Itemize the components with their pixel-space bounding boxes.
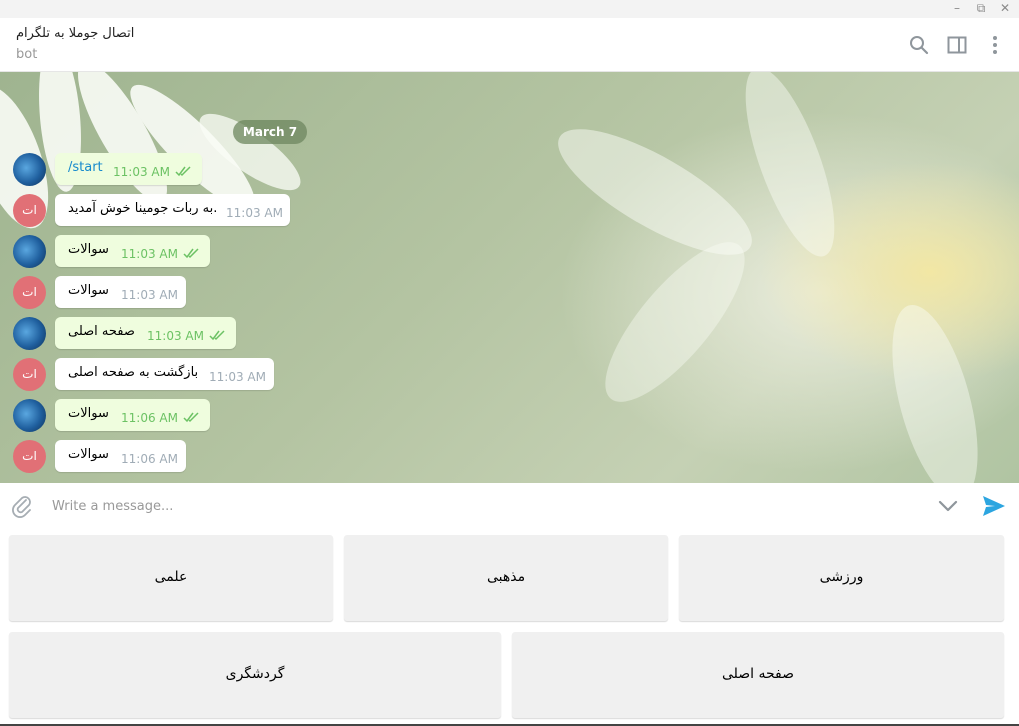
more-vertical-icon[interactable]: [984, 34, 1006, 56]
keyboard-button-label: ورزشی: [819, 569, 864, 585]
avatar[interactable]: ات: [13, 194, 46, 227]
message-time: 11:03 AM: [121, 288, 178, 302]
wallpaper-petal: [583, 222, 767, 422]
avatar[interactable]: [13, 399, 46, 432]
message-time: 11:06 AM: [121, 452, 178, 466]
message-bubble[interactable]: /start 11:03 AM: [55, 153, 202, 185]
search-icon[interactable]: [908, 34, 930, 56]
message-text: سوالات: [68, 447, 109, 462]
window-titlebar: – ⧉ ✕: [0, 0, 1019, 18]
read-ticks-icon: [175, 166, 191, 177]
avatar[interactable]: [13, 317, 46, 350]
chat-status: bot: [16, 47, 38, 62]
keyboard-button[interactable]: علمی: [9, 535, 333, 621]
read-ticks-icon: [183, 248, 199, 259]
close-button[interactable]: ✕: [994, 0, 1016, 18]
wallpaper-petal: [875, 296, 995, 483]
sidebar-toggle-icon[interactable]: [946, 34, 968, 56]
message-bubble[interactable]: سوالات 11:03 AM: [55, 276, 186, 308]
keyboard-button[interactable]: مذهبی: [344, 535, 668, 621]
read-ticks-icon: [183, 412, 199, 423]
message-time: 11:03 AM: [113, 165, 170, 179]
message-text: صفحه اصلی: [68, 324, 135, 339]
keyboard-button-label: مذهبی: [486, 569, 526, 585]
date-separator: March 7: [233, 120, 307, 144]
keyboard-button[interactable]: ورزشی: [679, 535, 1004, 621]
message-bubble[interactable]: سوالات 11:06 AM: [55, 440, 186, 472]
message-time: 11:06 AM: [121, 411, 178, 425]
keyboard-button[interactable]: گردشگری: [9, 632, 501, 718]
message-input[interactable]: [44, 493, 930, 519]
chat-area[interactable]: March 7 /start 11:03 AM ات به ربات جومین…: [0, 72, 1019, 483]
avatar[interactable]: ات: [13, 440, 46, 473]
chat-title[interactable]: اتصال جوملا به تلگرام: [16, 26, 134, 41]
avatar[interactable]: [13, 153, 46, 186]
message-bubble[interactable]: به ربات جومینا خوش آمدید. 11:03 AM: [55, 194, 290, 226]
message-bubble[interactable]: سوالات 11:03 AM: [55, 235, 210, 267]
chat-header: اتصال جوملا به تلگرام bot: [0, 18, 1019, 72]
avatar[interactable]: ات: [13, 276, 46, 309]
message-text: بازگشت به صفحه اصلی: [68, 365, 199, 380]
message-bubble[interactable]: سوالات 11:06 AM: [55, 399, 210, 431]
message-text[interactable]: /start: [68, 160, 103, 175]
message-text: سوالات: [68, 242, 109, 257]
avatar[interactable]: [13, 235, 46, 268]
send-icon[interactable]: [981, 493, 1007, 519]
restore-button[interactable]: ⧉: [970, 0, 992, 18]
keyboard-button-label: علمی: [154, 569, 188, 585]
message-text: به ربات جومینا خوش آمدید.: [68, 201, 218, 216]
keyboard-toggle-icon[interactable]: [936, 496, 960, 516]
message-time: 11:03 AM: [226, 206, 283, 220]
minimize-button[interactable]: –: [946, 0, 968, 18]
message-time: 11:03 AM: [147, 329, 204, 343]
message-time: 11:03 AM: [121, 247, 178, 261]
attach-icon[interactable]: [10, 494, 34, 518]
avatar[interactable]: ات: [13, 358, 46, 391]
read-ticks-icon: [209, 330, 225, 341]
message-bubble[interactable]: صفحه اصلی 11:03 AM: [55, 317, 236, 349]
message-bubble[interactable]: بازگشت به صفحه اصلی 11:03 AM: [55, 358, 274, 390]
keyboard-button-label: صفحه اصلی: [721, 666, 795, 682]
keyboard-button-label: گردشگری: [225, 666, 285, 682]
keyboard-button[interactable]: صفحه اصلی: [512, 632, 1004, 718]
message-composer: [0, 483, 1019, 529]
message-text: سوالات: [68, 406, 109, 421]
message-time: 11:03 AM: [209, 370, 266, 384]
message-text: سوالات: [68, 283, 109, 298]
